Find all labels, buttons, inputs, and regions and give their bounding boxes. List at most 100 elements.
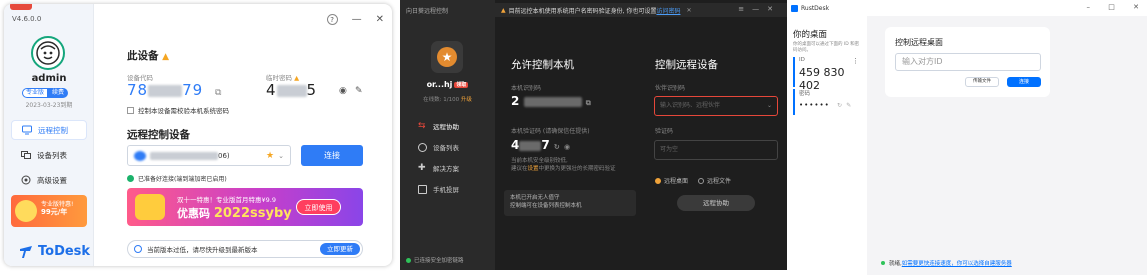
refresh-icon[interactable]: ↻ xyxy=(554,143,560,151)
radio-remote-desktop[interactable]: 远程桌面 xyxy=(655,176,688,185)
settings-icon xyxy=(21,175,31,185)
chevron-down-icon[interactable]: ⌄ xyxy=(767,97,772,115)
your-desktop-heading: 你的桌面 xyxy=(793,30,828,40)
radio-off-icon[interactable] xyxy=(698,177,704,184)
status-text: 就绪, xyxy=(889,261,902,267)
window-controls: – □ ✕ xyxy=(1087,3,1139,11)
redacted-block xyxy=(150,151,218,160)
nav-device-list[interactable]: 设备列表 xyxy=(11,145,87,165)
password-dots: •••••• xyxy=(799,101,830,109)
remote-device-input[interactable]: 06) ★ ⌄ xyxy=(127,145,291,166)
window-controls: ? — ✕ xyxy=(326,14,384,25)
screen-cast-icon xyxy=(418,184,427,194)
edit-password-icon[interactable]: ✎ xyxy=(846,102,852,109)
remote-assist-icon: ⇆ xyxy=(418,120,426,131)
copy-icon[interactable]: ⧉ xyxy=(215,88,222,98)
notice-text: 目前远控本机使用系统用户名密码验证身份, 你也可设置 xyxy=(508,7,657,15)
promo-ad-banner[interactable]: 双十一特惠！专业版首月特惠¥9.9 优惠码 2022ssyby 立即使用 xyxy=(127,188,363,226)
nav-remote-assist[interactable]: ⇆ 远程协助 xyxy=(418,121,459,131)
menu-icon[interactable]: ≡ xyxy=(738,5,752,13)
new-ribbon xyxy=(10,4,32,10)
close-icon[interactable]: ✕ xyxy=(767,5,781,13)
connection-status: 已连接安全加密链路 xyxy=(406,256,464,264)
brand-logo: ToDesk xyxy=(19,244,90,259)
checkbox-box[interactable] xyxy=(127,106,134,114)
status-text: 已准备好连接(端到端加密已启用) xyxy=(138,176,227,183)
app-avatar[interactable]: ★ xyxy=(431,41,463,73)
chevron-down-icon[interactable]: ⌄ xyxy=(278,152,284,160)
maximize-icon[interactable]: □ xyxy=(1108,3,1115,11)
access-password-link[interactable]: 访问密码 xyxy=(656,6,680,15)
radio-on-icon[interactable] xyxy=(655,177,661,184)
settings-link[interactable]: 设置 xyxy=(528,166,539,172)
local-code-label: 本机识别码 xyxy=(511,85,542,92)
redacted-block xyxy=(276,84,307,97)
device-avatar-icon xyxy=(134,150,146,161)
hint-line1: 当前本机安全级别较低, xyxy=(511,158,568,164)
rustdesk-logo-icon xyxy=(791,4,798,12)
nav-device-list[interactable]: 设备列表 xyxy=(418,142,459,152)
todesk-logo-icon xyxy=(20,245,32,258)
placeholder: 可为空 xyxy=(660,146,679,153)
help-icon[interactable]: ? xyxy=(326,14,338,25)
promo-line2: 99元/年 xyxy=(41,208,68,216)
minimize-icon[interactable]: — xyxy=(352,14,362,25)
favorite-star-icon[interactable]: ★ xyxy=(266,151,274,161)
show-password-icon[interactable]: ◉ xyxy=(339,86,347,96)
nav-label: 解决方案 xyxy=(433,165,459,173)
radio-remote-file[interactable]: 远程文件 xyxy=(698,176,731,185)
promo-coin-icon xyxy=(15,200,37,222)
minimize-icon[interactable]: — xyxy=(752,5,767,13)
remote-id-input[interactable]: 输入对方ID xyxy=(895,53,1041,71)
unattended-title: 本机已开启无人值守 xyxy=(510,195,560,201)
window-controls: ≡—✕ xyxy=(738,5,781,13)
use-coupon-button[interactable]: 立即使用 xyxy=(296,199,341,215)
user-tag[interactable]: 领取 xyxy=(454,82,469,88)
close-icon[interactable]: ✕ xyxy=(1133,3,1139,11)
upgrade-link[interactable]: 升级 xyxy=(461,97,472,103)
update-now-button[interactable]: 立即更新 xyxy=(320,243,360,255)
nav-label: 设备列表 xyxy=(433,144,459,152)
more-options-icon[interactable]: ⋮ xyxy=(852,57,859,65)
sunlogin-window: 向日葵远程控制 ★ or...hj 领取 在线数: 1/100 升级 ⇆ 远程协助… xyxy=(400,0,787,270)
ad-line1: 双十一特惠！专业版首月特惠¥9.9 xyxy=(177,196,276,204)
local-code-start: 2 xyxy=(511,94,520,108)
avatar[interactable] xyxy=(31,36,65,70)
edit-icon[interactable]: ✎ xyxy=(355,86,363,96)
self-host-link[interactable]: 如需要更快连接速度，你可以选择自建服务器 xyxy=(902,259,1012,267)
transfer-file-button[interactable]: 传输文件 xyxy=(965,77,999,87)
connect-button[interactable]: 连接 xyxy=(1007,77,1041,87)
verify-code-start: 4 xyxy=(511,138,520,152)
status-footer: 就绪, 如需要更快连接速度，你可以选择自建服务器 xyxy=(881,259,1012,267)
app-title: 向日葵远程控制 xyxy=(406,8,449,15)
nav-advanced-settings[interactable]: 高级设置 xyxy=(11,170,87,190)
minimize-icon[interactable]: – xyxy=(1087,3,1091,11)
refresh-password-icon[interactable]: ↻ xyxy=(837,102,843,109)
heading-text: 此设备 xyxy=(127,50,159,62)
nav-remote-control[interactable]: 远程控制 xyxy=(11,120,87,140)
show-code-icon[interactable]: ◉ xyxy=(564,143,570,151)
verify-code: 4 7 ↻ ◉ xyxy=(511,138,570,152)
device-list-icon xyxy=(418,142,427,152)
remote-assist-button[interactable]: 远程协助 xyxy=(677,195,755,211)
warning-icon: ▲ xyxy=(162,52,170,62)
verify-code-input[interactable]: 可为空 xyxy=(654,140,778,160)
close-notice-icon[interactable]: ✕ xyxy=(686,7,691,14)
update-notice: 当前版本过低，请尽快升级到最新版本 立即更新 xyxy=(127,240,363,258)
renew-button[interactable]: 续费 xyxy=(48,88,69,98)
monitor-icon xyxy=(22,125,32,135)
sidebar-promo-banner[interactable]: 专业版特惠! 99元/年 xyxy=(11,195,87,227)
connect-button[interactable]: 连接 xyxy=(301,145,363,166)
plan-badge: 专业版 续费 xyxy=(22,88,69,98)
partner-code-input[interactable]: 输入识别码、远程伙伴 ⌄ xyxy=(654,96,778,116)
require-password-checkbox[interactable]: 控制本设备需校验本机系统密码 xyxy=(127,105,229,115)
ad-prefix: 优惠码 xyxy=(177,207,214,220)
copy-icon[interactable]: ⧉ xyxy=(586,99,591,107)
connection-status: 已准备好连接(端到端加密已启用) xyxy=(127,174,227,183)
nav-solutions[interactable]: ✚ 解决方案 xyxy=(418,163,459,173)
redacted-block xyxy=(148,84,183,97)
device-count-text: 在线数: 1/100 xyxy=(423,97,460,103)
close-icon[interactable]: ✕ xyxy=(376,14,384,25)
nav-screen-cast[interactable]: 手机投屏 xyxy=(418,184,459,194)
security-hint: 当前本机安全级别较低, 建议在设置中更换为更强壮的长期密码验证 xyxy=(511,157,616,173)
